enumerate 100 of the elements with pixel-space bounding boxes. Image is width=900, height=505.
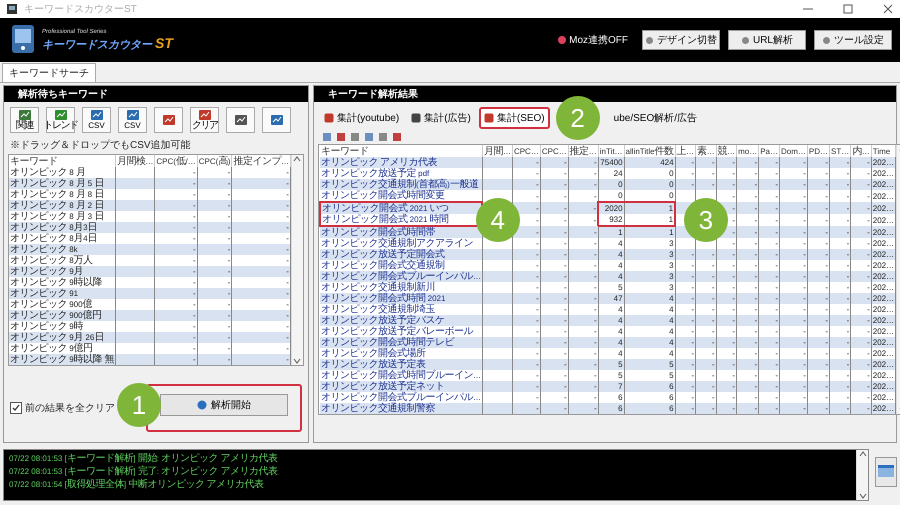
header-button[interactable]: デザイン切替 <box>642 30 720 50</box>
results-tab[interactable]: ube/SEO解析/広告 <box>610 108 701 128</box>
scroll-up-icon[interactable] <box>293 155 302 163</box>
table-cell: 24 <box>614 169 623 178</box>
table-cell: - <box>564 360 567 369</box>
scroll-down-icon[interactable] <box>858 492 866 500</box>
log-button[interactable] <box>875 457 897 487</box>
table-cell: - <box>867 192 870 200</box>
toolbar-icon[interactable] <box>336 132 346 142</box>
toolbar-icon[interactable] <box>392 132 402 142</box>
chart-icon <box>54 109 68 121</box>
column-header[interactable]: 推定インプ… <box>233 156 289 166</box>
maximize-icon[interactable] <box>842 4 854 14</box>
table-cell: 6 <box>669 382 674 391</box>
scrollbar[interactable] <box>856 450 868 500</box>
table-cell: 202… <box>872 294 894 303</box>
table-cell: - <box>536 250 539 259</box>
table-cell: - <box>712 316 715 325</box>
table-cell: - <box>846 283 850 292</box>
results-tab[interactable]: 集計(youtube) <box>320 108 404 128</box>
chart-icon <box>90 109 104 121</box>
table-cell: - <box>594 327 597 336</box>
tool-button[interactable]: クリア <box>190 107 219 133</box>
tab-icon <box>324 113 334 123</box>
toolbar-icon[interactable] <box>322 132 332 142</box>
tool-button[interactable]: トレンド <box>46 107 75 133</box>
tool-button[interactable] <box>154 107 183 133</box>
header-button[interactable]: ツール設定 <box>814 30 892 50</box>
table-cell: - <box>754 272 758 281</box>
column-header[interactable]: mo… <box>738 146 758 156</box>
scroll-up-icon[interactable] <box>858 450 866 458</box>
column-header[interactable]: キーワード <box>10 156 58 166</box>
column-header[interactable]: inTit… <box>600 146 623 156</box>
column-header[interactable]: 上… <box>676 146 694 156</box>
table-cell: - <box>754 294 758 303</box>
toolbar-icon[interactable] <box>350 132 360 142</box>
tool-button[interactable]: CSV <box>118 107 147 133</box>
results-tab[interactable]: 集計(SEO) <box>478 107 550 129</box>
tool-button[interactable]: 関連 <box>10 107 39 133</box>
column-header[interactable]: 月間… <box>484 146 511 156</box>
table-cell: - <box>193 300 196 309</box>
table-cell: - <box>286 223 289 232</box>
panel-title: 解析待ちキーワード <box>4 86 308 102</box>
table-cell: - <box>193 212 196 221</box>
close-icon[interactable] <box>882 4 894 14</box>
table-cell: - <box>286 333 289 342</box>
column-header[interactable]: CPC… <box>514 146 539 156</box>
column-header[interactable]: Pa… <box>760 146 778 156</box>
keyword-cell: オリンピック開会式ブルーインパル… <box>320 393 481 402</box>
table-cell: - <box>536 393 539 402</box>
table-cell: - <box>594 371 597 380</box>
results-tab[interactable]: 集計(広告) <box>407 108 475 128</box>
log-line: 07/22 08:01:53 [キーワード解析] 完了: オリンピック アメリカ代表 <box>9 466 278 477</box>
table-cell: - <box>754 204 758 212</box>
table-cell: - <box>846 272 850 281</box>
table-cell: - <box>754 250 758 259</box>
table-cell: - <box>775 228 778 236</box>
table-cell: - <box>691 180 694 189</box>
tool-button[interactable] <box>262 107 291 133</box>
step-number: 2 <box>556 96 600 140</box>
table-cell: - <box>228 245 230 254</box>
main-tab[interactable]: キーワードサーチ <box>2 63 96 82</box>
table-cell: - <box>825 272 828 281</box>
toolbar-icon[interactable] <box>364 132 374 142</box>
column-header[interactable]: ST… <box>831 146 850 156</box>
column-header[interactable]: 月間検… <box>116 156 154 166</box>
column-header[interactable]: キーワード <box>320 146 368 156</box>
table-cell: - <box>594 192 597 200</box>
start-analysis-button[interactable]: 解析開始 <box>160 394 288 416</box>
table-cell: - <box>846 371 850 380</box>
header-button[interactable]: URL解析 <box>728 30 806 50</box>
scrollbar[interactable] <box>290 155 303 365</box>
table-cell: - <box>228 256 230 265</box>
window-icon <box>877 464 895 478</box>
table-cell: 7 <box>618 382 623 391</box>
column-header[interactable]: 競… <box>718 146 736 156</box>
column-header[interactable]: Time <box>872 146 890 156</box>
table-cell: - <box>594 404 597 413</box>
table-cell: - <box>594 216 596 224</box>
table-cell: 4 <box>669 294 674 303</box>
column-header[interactable]: 内… <box>852 146 870 156</box>
tool-button[interactable] <box>226 107 255 133</box>
column-header[interactable]: 推定… <box>570 146 597 156</box>
table-cell: - <box>286 267 289 276</box>
table-cell: - <box>228 223 230 232</box>
column-header[interactable]: CPC… <box>542 146 567 156</box>
column-header[interactable]: CPC(低/… <box>156 156 196 166</box>
keyword-cell: オリンピック交通規制アクアライン <box>320 239 473 248</box>
tool-button[interactable]: CSV <box>82 107 111 133</box>
checkbox[interactable] <box>10 402 22 414</box>
scroll-down-icon[interactable] <box>293 357 302 365</box>
column-header[interactable]: CPC(高) <box>198 156 230 166</box>
column-header[interactable]: PD… <box>808 146 828 156</box>
column-header[interactable]: 素… <box>697 146 715 156</box>
table-cell: - <box>803 228 806 236</box>
column-header[interactable]: Dom… <box>781 146 806 156</box>
column-header[interactable]: allinTitle件数 <box>626 146 674 156</box>
table-cell: - <box>691 382 694 391</box>
toolbar-icon[interactable] <box>378 132 388 142</box>
table-cell: - <box>228 311 230 320</box>
